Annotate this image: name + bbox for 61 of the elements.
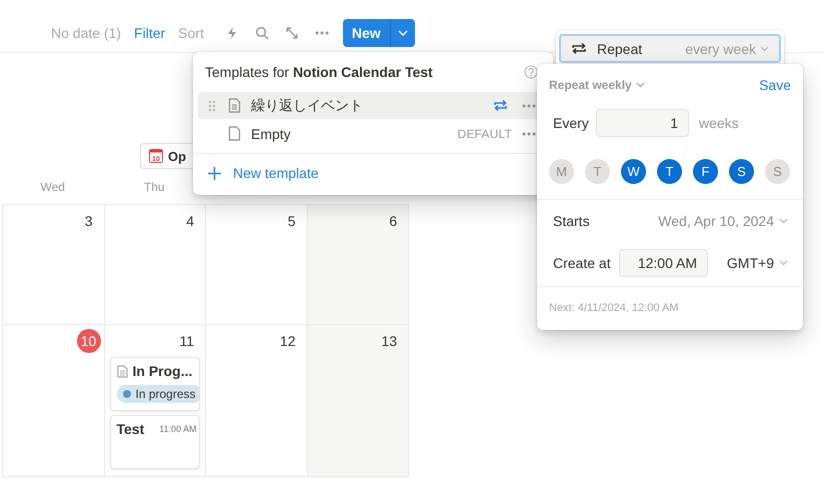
more-icon[interactable]	[522, 104, 536, 108]
weekday-label: Thu	[144, 180, 165, 194]
weekday-label: Wed	[40, 180, 65, 194]
next-occurrence-text: Next: 4/11/2024, 12:00 AM	[548, 301, 680, 314]
search-icon[interactable]	[254, 26, 269, 40]
day-cell[interactable]: 13	[308, 325, 409, 477]
help-icon[interactable]	[524, 65, 538, 79]
event-title: Test	[116, 421, 144, 437]
chevron-down-icon	[779, 218, 788, 224]
unit-label: weeks	[699, 115, 739, 131]
weekday-toggle[interactable]: S	[729, 159, 754, 184]
date-number: 6	[389, 213, 397, 229]
document-icon	[116, 364, 128, 378]
day-cell[interactable]: 3	[3, 205, 104, 325]
repeat-value: every week	[685, 40, 756, 56]
repeat-icon	[571, 42, 587, 55]
filter-button[interactable]: Filter	[134, 25, 166, 41]
chevron-down-icon	[760, 46, 769, 52]
new-button[interactable]: New	[342, 19, 391, 47]
event-card[interactable]: Test 11:00 AM	[110, 415, 200, 469]
date-number: 5	[288, 213, 296, 229]
date-number: 13	[381, 333, 397, 349]
day-cell[interactable]: 4	[104, 205, 206, 325]
new-dropdown-button[interactable]	[390, 19, 415, 47]
expand-icon[interactable]	[284, 26, 299, 40]
weekday-toggle[interactable]: F	[693, 159, 718, 184]
event-time: 11:00 AM	[159, 424, 197, 434]
date-number: 4	[186, 213, 194, 229]
document-icon	[228, 98, 241, 113]
starts-label: Starts	[553, 213, 591, 229]
weekday-toggle[interactable]: W	[621, 159, 646, 184]
interval-input[interactable]: 1	[596, 109, 689, 137]
plus-icon	[208, 166, 221, 180]
date-number: 12	[280, 333, 296, 349]
date-number: 11	[179, 333, 194, 349]
repeat-field[interactable]: Repeat every week	[559, 34, 781, 63]
event-title: In Prog...	[132, 363, 192, 379]
default-label: DEFAULT	[457, 126, 512, 140]
document-icon	[228, 126, 241, 141]
chevron-down-icon	[779, 260, 788, 266]
event-card[interactable]: In Prog... In progress	[110, 357, 200, 411]
timezone-dropdown[interactable]: GMT+9	[726, 255, 788, 271]
drag-handle-icon[interactable]	[208, 100, 216, 112]
chevron-down-icon	[398, 30, 408, 36]
status-label: In progress	[136, 387, 196, 401]
weekday-toggle[interactable]: T	[657, 159, 682, 184]
save-button[interactable]: Save	[759, 77, 791, 93]
template-name: 繰り返しイベント	[251, 96, 364, 114]
day-cell[interactable]: 6	[308, 205, 409, 325]
today-date-badge: 10	[76, 329, 100, 353]
create-at-label: Create at	[553, 255, 612, 271]
more-icon[interactable]	[314, 31, 329, 35]
menu-title: Templates for Notion Calendar Test	[205, 64, 433, 80]
repeat-label: Repeat	[597, 40, 644, 56]
chevron-down-icon	[636, 82, 645, 88]
day-cell[interactable]: 11 In Prog... In progress Test 11:00 AM	[104, 325, 206, 477]
date-number: 3	[84, 213, 92, 229]
every-label: Every	[553, 115, 590, 131]
more-icon[interactable]	[522, 132, 536, 136]
template-name: Empty	[251, 126, 292, 142]
time-input[interactable]: 12:00 AM	[619, 249, 708, 277]
